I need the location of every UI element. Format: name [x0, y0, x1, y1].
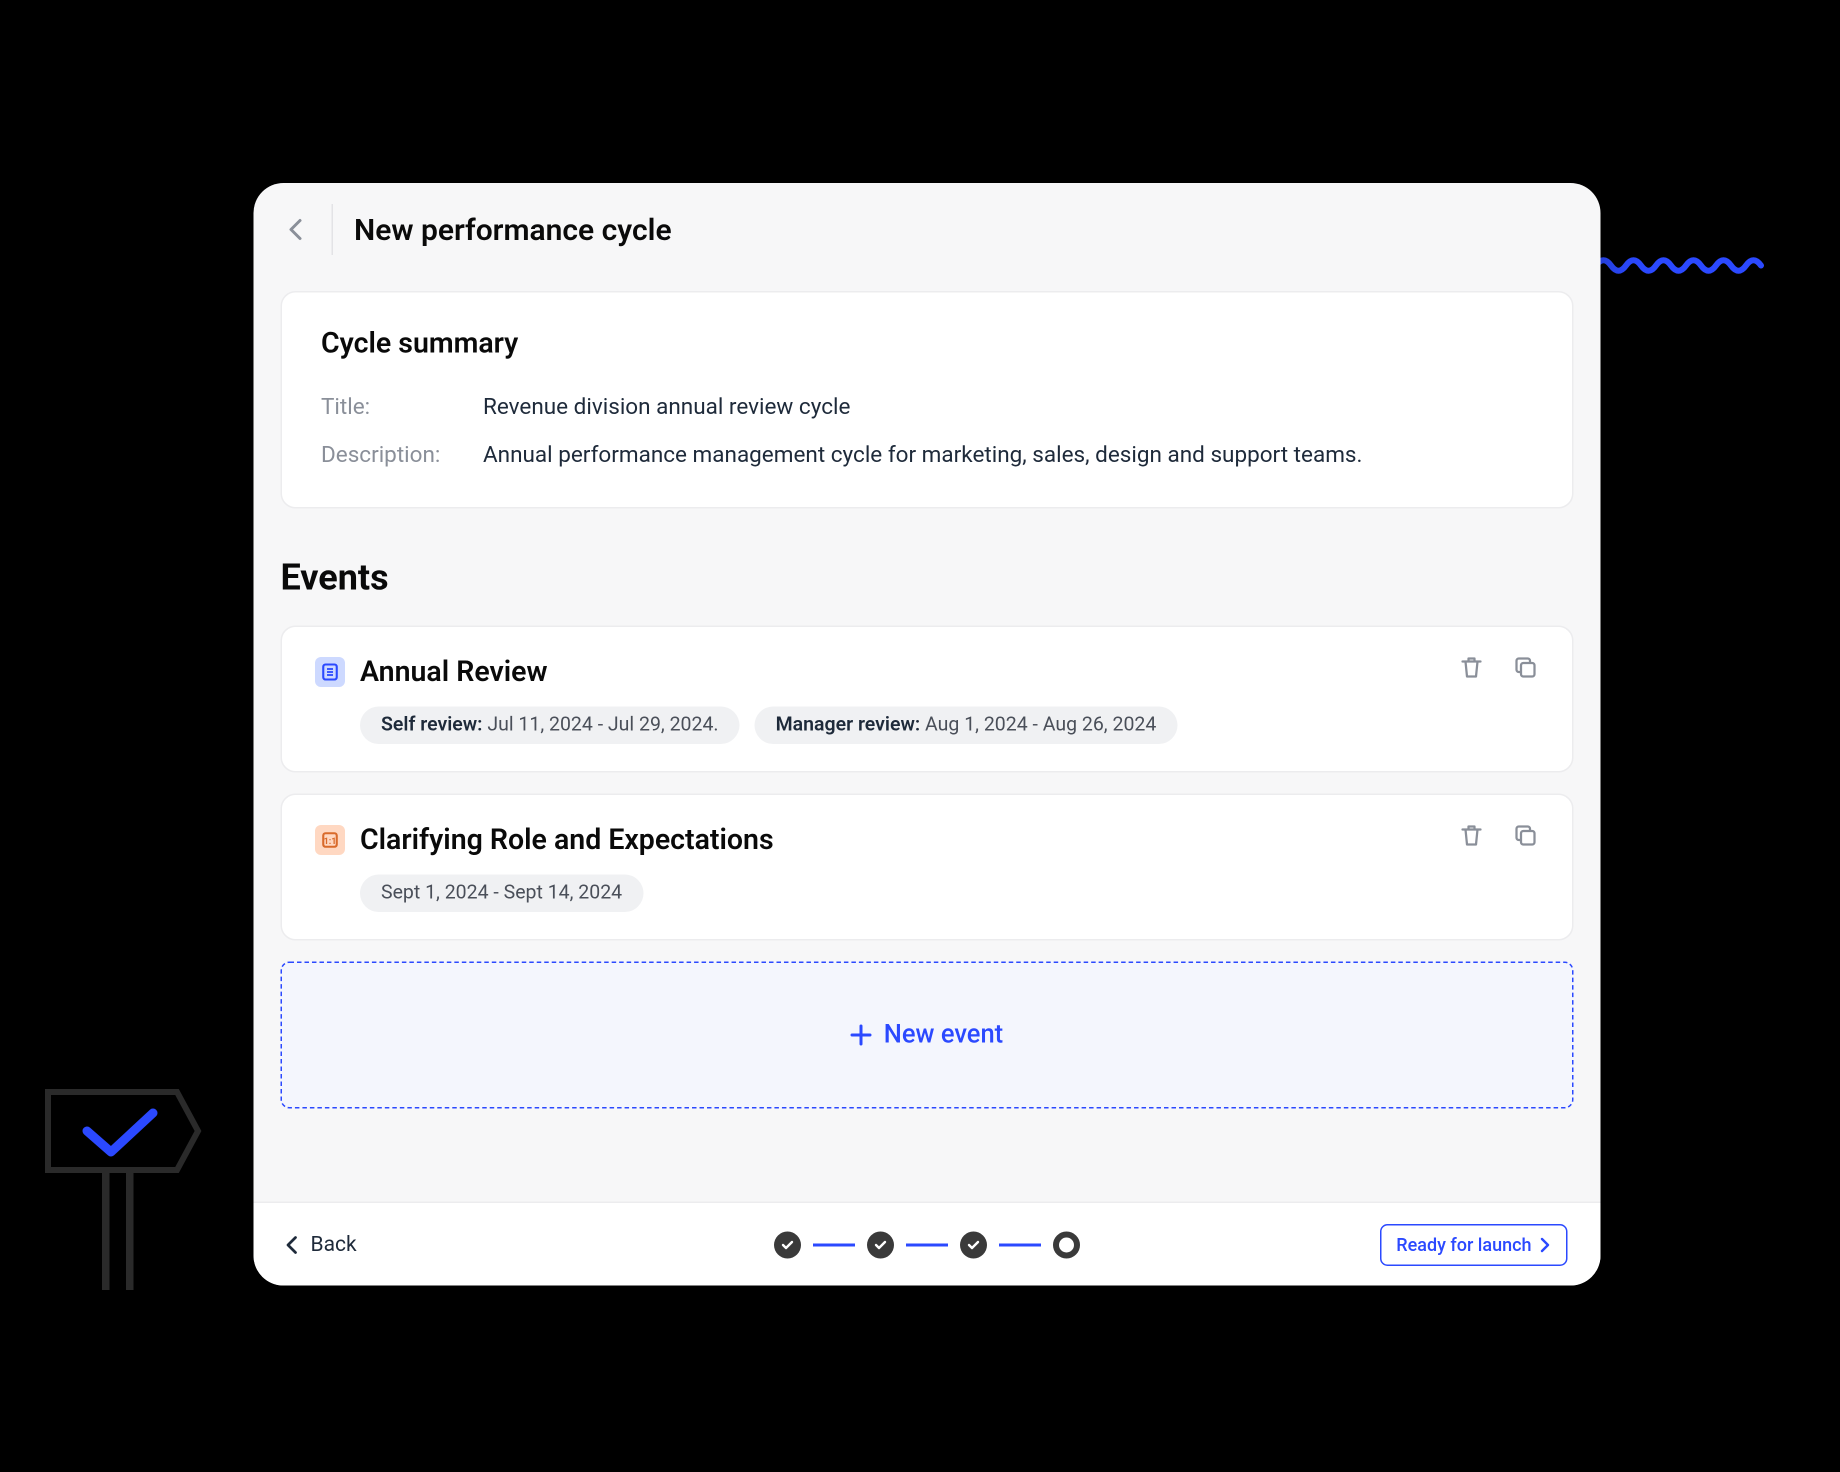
step-line [906, 1243, 948, 1246]
footer-back-button[interactable]: Back [287, 1232, 357, 1256]
step-line [999, 1243, 1041, 1246]
document-icon [315, 656, 345, 686]
copy-icon [1512, 822, 1539, 849]
chevron-right-icon [1541, 1237, 1552, 1252]
summary-title-value: Revenue division annual review cycle [483, 393, 850, 420]
new-event-label: New event [884, 1020, 1003, 1050]
app-window: New performance cycle Cycle summary Titl… [254, 183, 1601, 1286]
ready-for-launch-button[interactable]: Ready for launch [1380, 1223, 1568, 1265]
step-line [813, 1243, 855, 1246]
event-pills: Self review: Jul 11, 2024 - Jul 29, 2024… [360, 707, 1539, 745]
event-header: 1:1 Clarifying Role and Expectations [315, 822, 1539, 857]
event-card[interactable]: Annual Review Self review: Jul 11, 2024 … [281, 626, 1574, 773]
content-area: Cycle summary Title: Revenue division an… [254, 255, 1601, 1109]
delete-button[interactable] [1458, 822, 1485, 849]
step-dot-current [1053, 1231, 1080, 1258]
summary-title-label: Title: [321, 393, 465, 420]
page-title: New performance cycle [354, 212, 672, 248]
summary-description-value: Annual performance management cycle for … [483, 441, 1362, 468]
copy-icon [1512, 654, 1539, 681]
event-card[interactable]: 1:1 Clarifying Role and Expectations Sep… [281, 794, 1574, 941]
new-event-button[interactable]: New event [281, 962, 1574, 1109]
plus-icon [851, 1025, 872, 1046]
trash-icon [1458, 654, 1485, 681]
summary-row-description: Description: Annual performance manageme… [321, 441, 1533, 468]
trash-icon [1458, 822, 1485, 849]
footer: Back Ready for launch [254, 1202, 1601, 1286]
step-dot-done [867, 1231, 894, 1258]
chevron-left-icon [287, 1235, 299, 1253]
signpost-decoration [42, 1086, 207, 1296]
events-heading: Events [281, 557, 1574, 599]
event-pills: Sept 1, 2024 - Sept 14, 2024 [360, 875, 1539, 913]
one-on-one-icon: 1:1 [315, 824, 345, 854]
launch-label: Ready for launch [1396, 1234, 1531, 1255]
date-pill: Self review: Jul 11, 2024 - Jul 29, 2024… [360, 707, 740, 745]
step-dot-done [774, 1231, 801, 1258]
date-pill: Manager review: Aug 1, 2024 - Aug 26, 20… [755, 707, 1178, 745]
event-title: Annual Review [360, 654, 548, 689]
delete-button[interactable] [1458, 654, 1485, 681]
header-divider [332, 204, 334, 255]
summary-description-label: Description: [321, 441, 465, 468]
svg-text:1:1: 1:1 [324, 836, 337, 846]
footer-back-label: Back [311, 1232, 357, 1256]
summary-heading: Cycle summary [321, 326, 1533, 361]
date-pill: Sept 1, 2024 - Sept 14, 2024 [360, 875, 643, 913]
chevron-left-icon [288, 218, 303, 242]
duplicate-button[interactable] [1512, 822, 1539, 849]
squiggle-decoration [1596, 255, 1776, 276]
step-dot-done [960, 1231, 987, 1258]
event-header: Annual Review [315, 654, 1539, 689]
cycle-summary-card: Cycle summary Title: Revenue division an… [281, 291, 1574, 509]
back-button[interactable] [281, 215, 311, 245]
duplicate-button[interactable] [1512, 654, 1539, 681]
stepper [774, 1231, 1080, 1258]
summary-row-title: Title: Revenue division annual review cy… [321, 393, 1533, 420]
event-title: Clarifying Role and Expectations [360, 822, 774, 857]
header: New performance cycle [254, 183, 1601, 255]
